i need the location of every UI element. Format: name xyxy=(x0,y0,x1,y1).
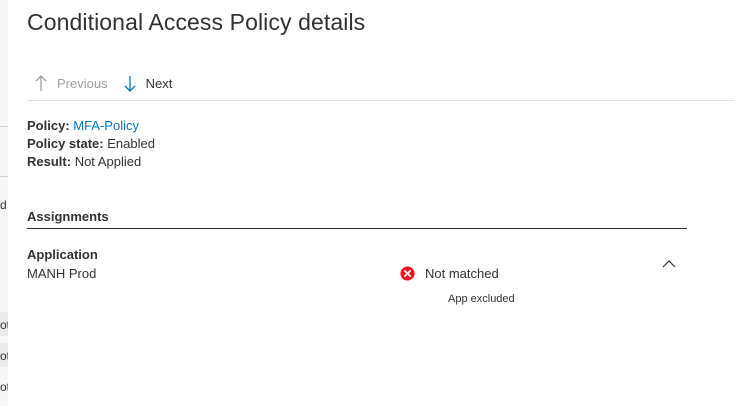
nav-divider xyxy=(27,100,734,101)
strip-divider xyxy=(0,126,8,127)
match-status: Not matched xyxy=(400,266,499,281)
strip-divider xyxy=(0,176,8,177)
next-label: Next xyxy=(145,75,173,91)
result-row: Result: Not Applied xyxy=(27,153,155,171)
background-page-strip: d ot ot ot xyxy=(0,0,8,406)
background-text-fragment: ot xyxy=(0,380,8,394)
previous-label: Previous xyxy=(57,75,108,91)
result-label: Result: xyxy=(27,154,72,169)
application-name: MANH Prod xyxy=(27,266,97,281)
background-text-fragment: d xyxy=(0,198,7,212)
policy-state-row: Policy state: Enabled xyxy=(27,135,155,153)
policy-name-link[interactable]: MFA-Policy xyxy=(73,118,139,133)
arrow-down-icon xyxy=(122,74,138,92)
background-text-fragment: ot xyxy=(0,349,8,363)
policy-summary: Policy: MFA-Policy Policy state: Enabled… xyxy=(27,117,155,171)
match-status-detail: App excluded xyxy=(448,293,515,305)
arrow-up-icon xyxy=(33,74,49,92)
policy-label: Policy: xyxy=(27,118,70,133)
navigation-bar: Previous Next xyxy=(33,72,172,94)
assignments-divider xyxy=(27,228,687,229)
policy-row: Policy: MFA-Policy xyxy=(27,117,155,135)
background-text-fragment: ot xyxy=(0,318,8,332)
assignments-heading: Assignments xyxy=(27,209,109,224)
policy-state-label: Policy state: xyxy=(27,136,104,151)
previous-button[interactable]: Previous xyxy=(33,74,108,92)
panel-title: Conditional Access Policy details xyxy=(27,9,366,35)
match-status-text: Not matched xyxy=(425,266,499,281)
chevron-up-icon[interactable] xyxy=(661,257,677,271)
policy-state-value: Enabled xyxy=(107,136,155,151)
result-value: Not Applied xyxy=(74,154,142,169)
next-button[interactable]: Next xyxy=(122,74,173,92)
error-circle-icon xyxy=(400,266,415,281)
application-label: Application xyxy=(27,247,98,262)
